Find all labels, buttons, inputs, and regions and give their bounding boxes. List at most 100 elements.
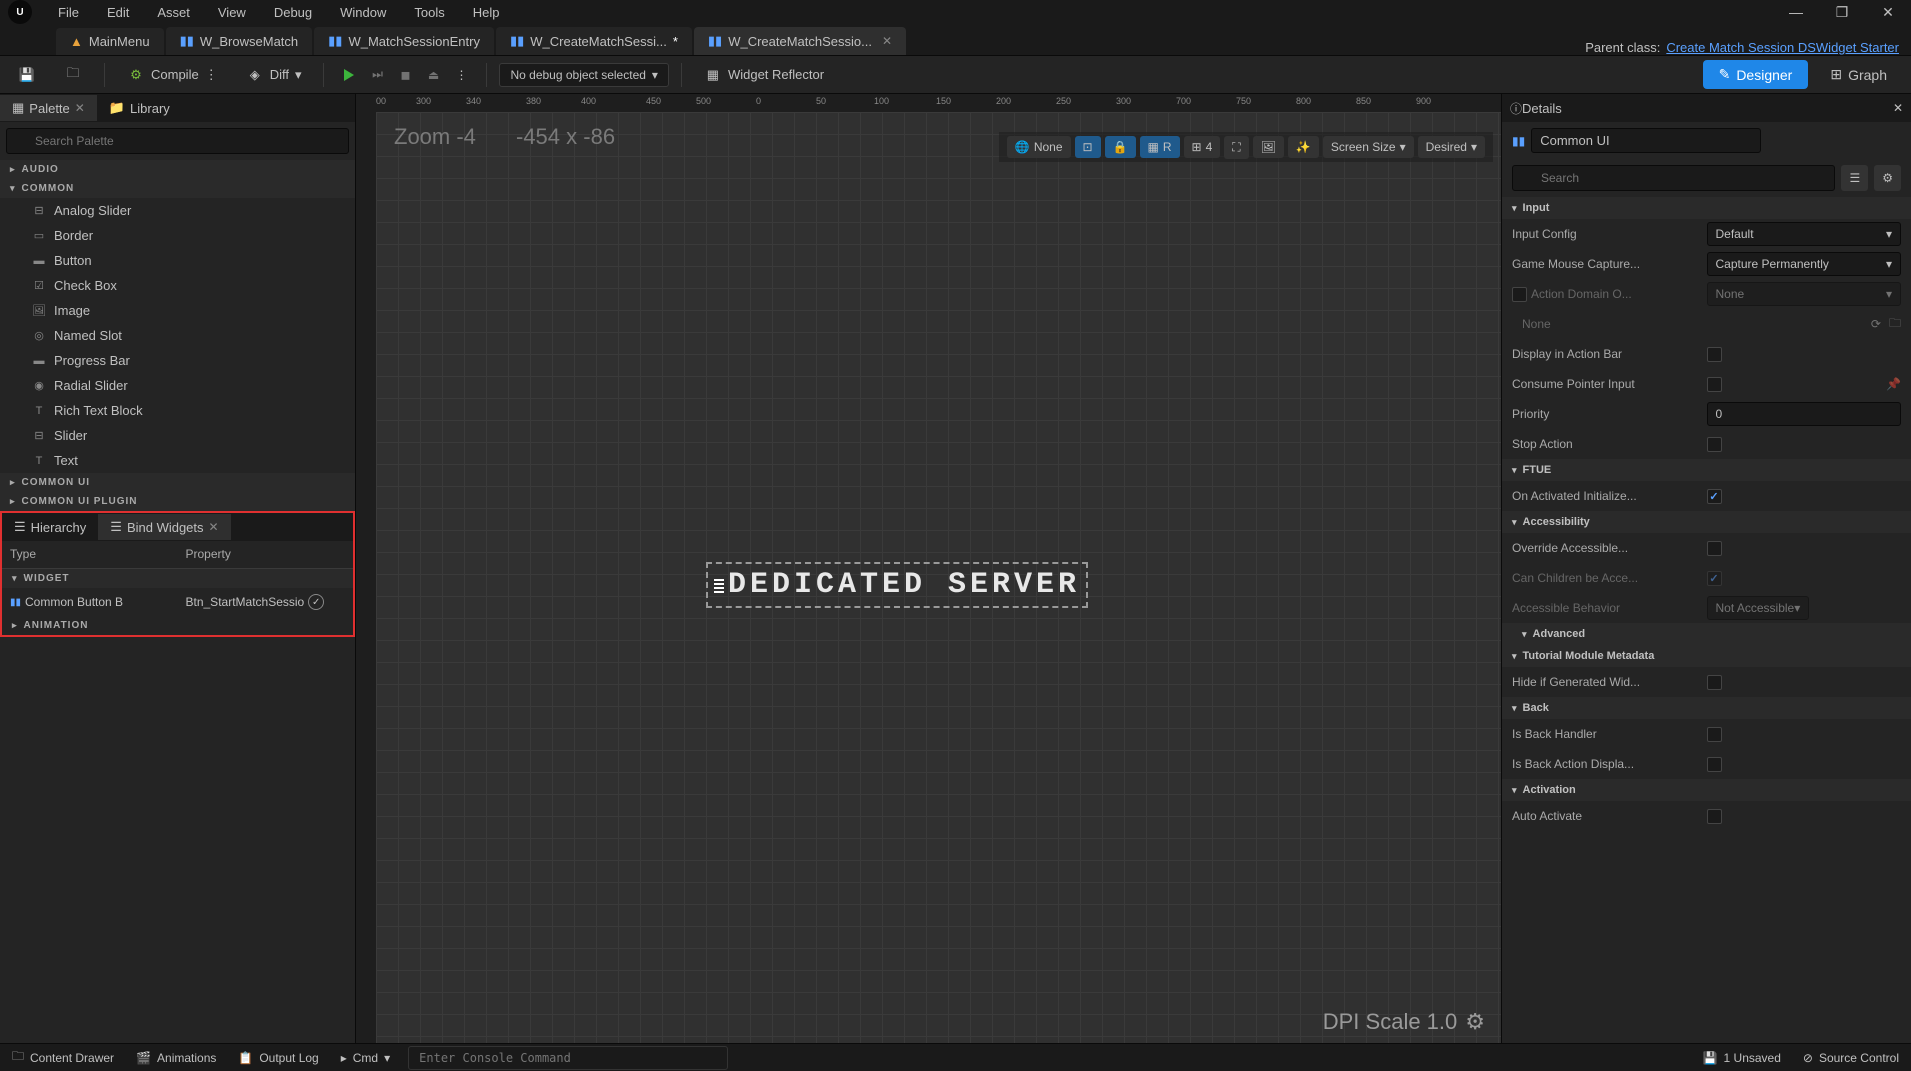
menu-tools[interactable]: Tools	[400, 3, 458, 22]
outline-button[interactable]: ⊡	[1075, 136, 1101, 158]
close-icon[interactable]: ✕	[209, 520, 219, 534]
tab-creatematchsession-active[interactable]: ▮▮ W_CreateMatchSessio... ✕	[694, 27, 906, 55]
palette-item-button[interactable]: ▬Button	[0, 248, 355, 273]
category-input[interactable]: Input	[1502, 197, 1911, 219]
consume-checkbox[interactable]	[1707, 377, 1722, 392]
tab-creatematchsession-dirty[interactable]: ▮▮ W_CreateMatchSessi... *	[496, 27, 692, 55]
image-button[interactable]: 🖼	[1253, 136, 1284, 158]
details-settings[interactable]: ⚙	[1874, 165, 1901, 191]
override-checkbox[interactable]	[1707, 541, 1722, 556]
parent-class-link[interactable]: Create Match Session DSWidget Starter	[1666, 40, 1899, 55]
action-domain-checkbox[interactable]	[1512, 287, 1527, 302]
palette-list[interactable]: ⊟Analog Slider ▭Border ▬Button ☑Check Bo…	[0, 198, 355, 473]
menu-edit[interactable]: Edit	[93, 3, 143, 22]
category-common[interactable]: COMMON	[0, 179, 355, 198]
category-common-ui[interactable]: COMMON UI	[0, 473, 355, 492]
details-search-input[interactable]	[1512, 165, 1835, 191]
palette-item-slider[interactable]: ⊟Slider	[0, 423, 355, 448]
menu-asset[interactable]: Asset	[143, 3, 204, 22]
zoom-fit-button[interactable]: ⛶	[1224, 136, 1248, 159]
designer-mode-button[interactable]: ✎ Designer	[1703, 60, 1809, 89]
tab-mainmenu[interactable]: ▲ MainMenu	[56, 28, 164, 55]
debug-object-select[interactable]: No debug object selected ▾	[499, 63, 668, 87]
tab-matchsessionentry[interactable]: ▮▮ W_MatchSessionEntry	[314, 27, 494, 55]
ftue-init-checkbox[interactable]	[1707, 489, 1722, 504]
mouse-capture-select[interactable]: Capture Permanently▾	[1707, 252, 1902, 276]
category-accessibility[interactable]: Accessibility	[1502, 511, 1911, 533]
step-button[interactable]: ⏭	[364, 62, 390, 88]
category-audio[interactable]: AUDIO	[0, 160, 355, 179]
gear-icon[interactable]: ⚙	[1465, 1009, 1485, 1035]
content-drawer-button[interactable]: 🗀 Content Drawer	[8, 1045, 118, 1070]
palette-search-input[interactable]	[6, 128, 349, 154]
respect-button[interactable]: ▦ R	[1140, 136, 1180, 158]
lock-button[interactable]: 🔒	[1105, 136, 1136, 158]
output-log-button[interactable]: 📋 Output Log	[234, 1049, 322, 1067]
details-list-view[interactable]: ☰	[1841, 165, 1868, 191]
close-icon[interactable]: ✕	[75, 101, 85, 115]
pin-icon[interactable]: 📌	[1886, 377, 1901, 391]
grid-snap-button[interactable]: ⊞ 4	[1184, 136, 1221, 158]
tab-browsematch[interactable]: ▮▮ W_BrowseMatch	[166, 27, 313, 55]
widget-reflector-button[interactable]: ▦ Widget Reflector	[694, 60, 834, 90]
play-button[interactable]	[336, 62, 362, 88]
stop-checkbox[interactable]	[1707, 437, 1722, 452]
browse-icon[interactable]: ⟳	[1871, 317, 1881, 331]
menu-help[interactable]: Help	[459, 3, 514, 22]
graph-mode-button[interactable]: ⊞ Graph	[1814, 60, 1903, 89]
viewport-canvas[interactable]: Zoom -4 -454 x -86 🌐 None ⊡ 🔒 ▦ R ⊞	[376, 112, 1501, 1043]
category-common-ui-plugin[interactable]: COMMON UI PLUGIN	[0, 492, 355, 511]
menu-view[interactable]: View	[204, 3, 260, 22]
bind-widgets-tab[interactable]: ☰ Bind Widgets ✕	[98, 514, 230, 540]
cmd-select[interactable]: ▸ Cmd ▾	[337, 1049, 394, 1067]
back-handler-checkbox[interactable]	[1707, 727, 1722, 742]
bind-category-widget[interactable]: WIDGET	[2, 569, 353, 588]
eject-button[interactable]: ⏏	[420, 62, 446, 88]
close-button[interactable]: ✕	[1865, 0, 1911, 24]
selected-widget-input[interactable]	[1531, 128, 1761, 153]
hide-checkbox[interactable]	[1707, 675, 1722, 690]
animations-button[interactable]: 🎬 Animations	[132, 1049, 220, 1067]
palette-item-progress-bar[interactable]: ▬Progress Bar	[0, 348, 355, 373]
menu-window[interactable]: Window	[326, 3, 400, 22]
palette-item-rich-text[interactable]: TRich Text Block	[0, 398, 355, 423]
diff-button[interactable]: ◈ Diff ▾	[236, 60, 312, 90]
menu-file[interactable]: File	[44, 3, 93, 22]
bind-row[interactable]: ▮▮ Common Button B Btn_StartMatchSessio …	[2, 588, 353, 616]
category-tutorial[interactable]: Tutorial Module Metadata	[1502, 645, 1911, 667]
input-config-select[interactable]: Default▾	[1707, 222, 1902, 246]
screen-size-select[interactable]: Screen Size ▾	[1323, 136, 1414, 158]
behavior-select[interactable]: Not Accessible▾	[1707, 596, 1810, 620]
close-icon[interactable]: ✕	[1893, 101, 1903, 115]
close-icon[interactable]: ✕	[882, 34, 892, 48]
save-button[interactable]: 💾	[8, 60, 46, 90]
palette-item-analog-slider[interactable]: ⊟Analog Slider	[0, 198, 355, 223]
folder-icon[interactable]: 🗀	[1889, 314, 1901, 335]
category-back[interactable]: Back	[1502, 697, 1911, 719]
priority-input[interactable]	[1707, 402, 1902, 426]
palette-item-named-slot[interactable]: ◎Named Slot	[0, 323, 355, 348]
category-ftue[interactable]: FTUE	[1502, 459, 1911, 481]
category-advanced[interactable]: Advanced	[1502, 623, 1911, 645]
maximize-button[interactable]: ❐	[1819, 0, 1865, 24]
hierarchy-tab[interactable]: ☰ Hierarchy	[2, 514, 98, 540]
back-display-checkbox[interactable]	[1707, 757, 1722, 772]
auto-activate-checkbox[interactable]	[1707, 809, 1722, 824]
palette-item-border[interactable]: ▭Border	[0, 223, 355, 248]
palette-item-image[interactable]: 🖼Image	[0, 298, 355, 323]
display-checkbox[interactable]	[1707, 347, 1722, 362]
source-control-button[interactable]: ⊘ Source Control	[1799, 1049, 1903, 1067]
fill-select[interactable]: Desired ▾	[1418, 136, 1485, 158]
minimize-button[interactable]: —	[1773, 0, 1819, 24]
action-domain-select[interactable]: None▾	[1707, 282, 1902, 306]
stop-button[interactable]: ◼	[392, 62, 418, 88]
compile-button[interactable]: ⚙ Compile ⋮	[117, 60, 228, 90]
menu-debug[interactable]: Debug	[260, 3, 326, 22]
play-options[interactable]: ⋮	[448, 62, 474, 88]
category-activation[interactable]: Activation	[1502, 779, 1911, 801]
widget-preview-selected[interactable]: DEDICATED SERVER	[706, 562, 1088, 608]
localization-button[interactable]: 🌐 None	[1007, 136, 1071, 158]
browse-button[interactable]: 🗀	[54, 60, 92, 90]
resize-handle[interactable]	[714, 577, 724, 593]
palette-item-radial-slider[interactable]: ◉Radial Slider	[0, 373, 355, 398]
